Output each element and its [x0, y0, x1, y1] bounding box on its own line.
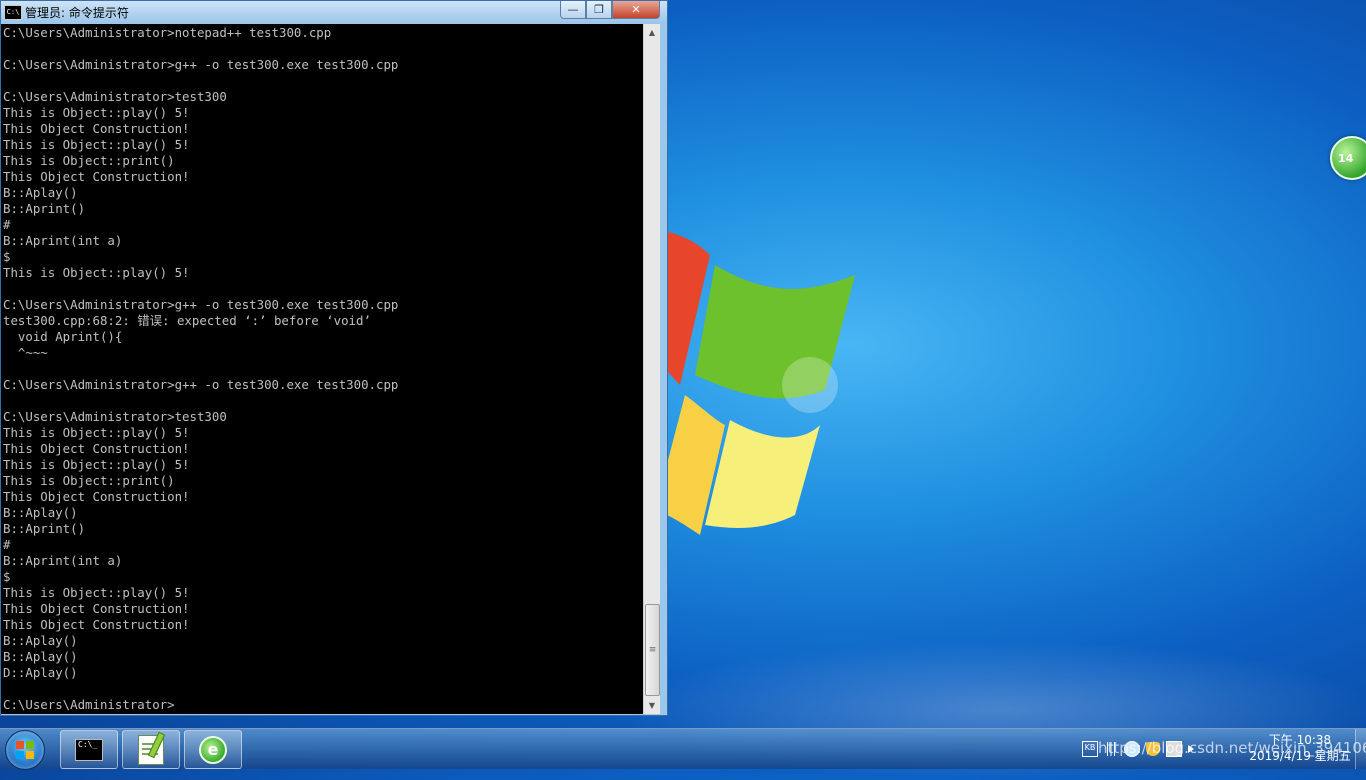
console-line: C:\Users\Administrator>g++ -o test300.ex…: [3, 377, 399, 392]
console-line: This is Object::play() 5!: [3, 585, 190, 600]
console-line: $: [3, 569, 11, 584]
cmd-window: C:\ 管理员: 命令提示符 — ❐ ✕ C:\Users\Administra…: [0, 0, 668, 716]
minimize-button[interactable]: —: [560, 1, 586, 19]
console-line: B::Aplay(): [3, 633, 78, 648]
console-line: This Object Construction!: [3, 617, 190, 632]
floating-badge-icon[interactable]: 14: [1330, 136, 1366, 180]
console-line: B::Aplay(): [3, 185, 78, 200]
window-titlebar[interactable]: C:\ 管理员: 命令提示符 — ❐ ✕: [1, 1, 667, 23]
scroll-up-button[interactable]: ▲: [644, 24, 660, 41]
console-line: C:\Users\Administrator>g++ -o test300.ex…: [3, 57, 399, 72]
browser-icon: e: [199, 735, 227, 764]
console-line: $: [3, 249, 11, 264]
taskbar-cmd-button[interactable]: C:\_: [60, 730, 118, 769]
console-line: B::Aplay(): [3, 649, 78, 664]
taskbar-clock[interactable]: 下午 10:38 2019/4/19 星期五: [1240, 732, 1360, 764]
console-line: This Object Construction!: [3, 169, 190, 184]
console-line: D::Aplay(): [3, 665, 78, 680]
console-line: B::Aprint(int a): [3, 553, 123, 568]
console-line: This Object Construction!: [3, 489, 190, 504]
windows-flag-icon: [16, 741, 34, 759]
console-line: This is Object::play() 5!: [3, 137, 190, 152]
start-button[interactable]: [5, 730, 45, 770]
console-line: This Object Construction!: [3, 601, 190, 616]
taskbar-notepadpp-button[interactable]: [122, 730, 180, 769]
notepadpp-icon: [138, 734, 164, 765]
close-button[interactable]: ✕: [612, 1, 660, 19]
show-desktop-button[interactable]: [1355, 729, 1366, 769]
console-line: C:\Users\Administrator>test300: [3, 89, 227, 104]
taskbar-browser-button[interactable]: e: [184, 730, 242, 769]
scroll-down-button[interactable]: ▼: [644, 697, 660, 714]
console-line: #: [3, 217, 11, 232]
cmd-icon: C:\_: [75, 738, 103, 761]
console-line: C:\Users\Administrator>g++ -o test300.ex…: [3, 297, 399, 312]
console-line: This is Object::play() 5!: [3, 265, 190, 280]
cmd-app-icon: C:\: [4, 5, 22, 20]
console-line: test300.cpp:68:2: 错误: expected ‘:’ befor…: [3, 313, 371, 328]
window-title: 管理员: 命令提示符: [25, 6, 129, 20]
console-line: This is Object::play() 5!: [3, 425, 190, 440]
console-output[interactable]: C:\Users\Administrator>notepad++ test300…: [1, 24, 643, 714]
clock-date: 2019/4/19 星期五: [1249, 749, 1351, 763]
console-line: This is Object::play() 5!: [3, 457, 190, 472]
console-line: This is Object::play() 5!: [3, 105, 190, 120]
maximize-button[interactable]: ❐: [586, 1, 612, 19]
vertical-scrollbar[interactable]: ▲ ≡ ▼: [643, 24, 660, 714]
console-line: This is Object::print(): [3, 153, 175, 168]
scroll-thumb[interactable]: ≡: [645, 604, 660, 696]
console-line: B::Aprint(int a): [3, 233, 123, 248]
console-line: This is Object::print(): [3, 473, 175, 488]
console-line: B::Aprint(): [3, 201, 86, 216]
windows-logo-wallpaper: [655, 230, 855, 535]
console-line: B::Aplay(): [3, 505, 78, 520]
console-line: This Object Construction!: [3, 441, 190, 456]
console-line: C:\Users\Administrator>test300: [3, 409, 227, 424]
console-line: C:\Users\Administrator>notepad++ test300…: [3, 25, 332, 40]
console-line: B::Aprint(): [3, 521, 86, 536]
console-line: #: [3, 537, 11, 552]
console-line: void Aprint(){: [3, 329, 123, 344]
console-line: ^~~~: [3, 345, 48, 360]
taskbar: C:\_ e KB https://blog.csdn.net/weixin_3…: [0, 728, 1366, 770]
console-line: This Object Construction!: [3, 121, 190, 136]
keyboard-icon[interactable]: KB: [1082, 741, 1098, 757]
console-line: C:\Users\Administrator>: [3, 697, 175, 712]
clock-time: 下午 10:38: [1268, 733, 1332, 747]
